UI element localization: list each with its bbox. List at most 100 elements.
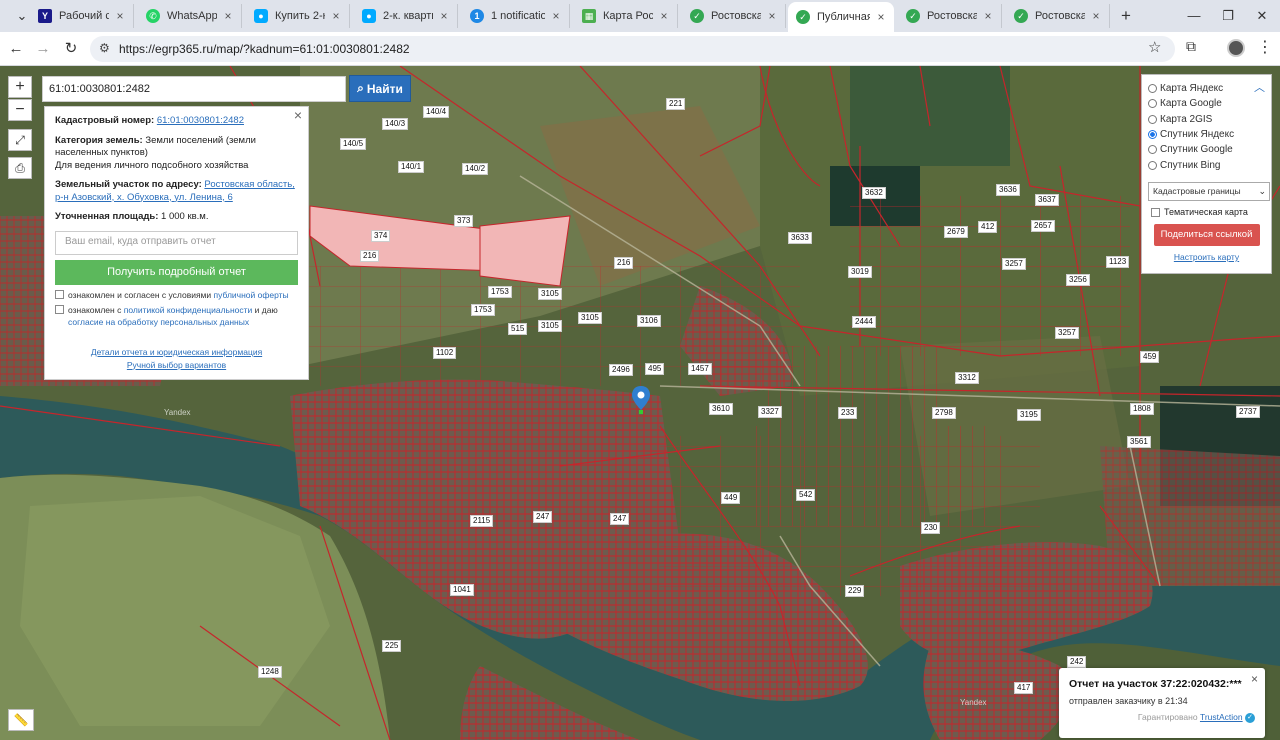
forward-arrow-icon[interactable]: →: [31, 37, 55, 61]
profile-avatar-icon[interactable]: [1227, 39, 1245, 57]
share-link-button[interactable]: Поделиться ссылкой: [1153, 223, 1260, 246]
plot-label[interactable]: 459: [1140, 351, 1160, 363]
plot-label[interactable]: 247: [610, 513, 630, 525]
plot-label[interactable]: 140/2: [462, 163, 489, 175]
plot-label[interactable]: 2737: [1236, 406, 1260, 418]
get-report-button[interactable]: Получить подробный отчет: [55, 259, 298, 285]
plot-label[interactable]: 3256: [1066, 274, 1090, 286]
plot-label[interactable]: 3257: [1002, 258, 1026, 270]
close-icon[interactable]: ×: [549, 9, 563, 23]
cadastral-number-link[interactable]: 61:01:0030801:2482: [157, 115, 244, 126]
tab-search-icon[interactable]: ⌄: [6, 4, 38, 28]
tab-avito-2[interactable]: ● 2-к. квартир ×: [354, 4, 458, 28]
extensions-icon[interactable]: ⧉: [1186, 38, 1196, 55]
radio-button[interactable]: [1148, 99, 1157, 109]
tab-whatsapp[interactable]: ✆ WhatsApp ×: [138, 4, 242, 28]
plot-label[interactable]: 3633: [788, 232, 812, 244]
close-icon[interactable]: ×: [657, 9, 671, 23]
plot-label[interactable]: 140/3: [382, 118, 409, 130]
privacy-policy-link[interactable]: политикой конфиденциальности: [124, 305, 253, 315]
plot-label[interactable]: 230: [921, 522, 941, 534]
plot-label[interactable]: 1457: [688, 363, 712, 375]
layer-option-2gis-map[interactable]: Карта 2GIS: [1148, 112, 1265, 127]
plot-label[interactable]: 373: [454, 215, 474, 227]
site-settings-icon[interactable]: ⚙: [99, 41, 110, 55]
radio-button[interactable]: [1148, 84, 1157, 94]
cadastral-search-input[interactable]: [42, 76, 346, 102]
map-view[interactable]: 221 140/4 140/3 140/2 140/5 140/1 373 37…: [0, 66, 1280, 740]
close-icon[interactable]: ×: [765, 9, 779, 23]
close-icon[interactable]: ×: [1251, 672, 1258, 686]
layer-option-google-satellite[interactable]: Спутник Google: [1148, 142, 1265, 157]
plot-label[interactable]: 2444: [852, 316, 876, 328]
plot-label[interactable]: 515: [508, 323, 528, 335]
radio-button[interactable]: [1148, 145, 1157, 155]
plot-label[interactable]: 3610: [709, 403, 733, 415]
plot-label[interactable]: 2115: [470, 515, 494, 527]
zoom-out-button[interactable]: −: [8, 99, 32, 121]
plot-label[interactable]: 140/1: [398, 161, 425, 173]
tab-public-map[interactable]: ✓ Публичная к ×: [788, 2, 894, 32]
tab-avito-1[interactable]: ● Купить 2-ко ×: [246, 4, 350, 28]
plot-label[interactable]: 1808: [1130, 403, 1154, 415]
maximize-icon[interactable]: ❐: [1212, 4, 1244, 28]
plot-label[interactable]: 495: [645, 363, 665, 375]
plot-label[interactable]: 3632: [862, 187, 886, 199]
manual-selection-link[interactable]: Ручной выбор вариантов: [127, 360, 226, 370]
layer-option-bing-satellite[interactable]: Спутник Bing: [1148, 157, 1265, 172]
plot-label[interactable]: 3019: [848, 266, 872, 278]
layer-option-yandex-satellite[interactable]: Спутник Яндекс: [1148, 127, 1265, 142]
public-offer-link[interactable]: публичной оферты: [214, 290, 289, 300]
privacy-consent-checkbox[interactable]: [55, 304, 64, 314]
url-field[interactable]: ⚙ https://egrp365.ru/map/?kadnum=61:01:0…: [90, 36, 1175, 62]
plot-label[interactable]: 374: [371, 230, 391, 242]
fullscreen-icon[interactable]: ⤢: [8, 129, 32, 151]
plot-label[interactable]: 542: [796, 489, 816, 501]
search-button[interactable]: ⌕ Найти: [349, 75, 411, 102]
thematic-map-checkbox[interactable]: [1151, 207, 1160, 217]
reload-icon[interactable]: ↻: [59, 37, 83, 61]
plot-label[interactable]: 233: [838, 407, 858, 419]
plot-label[interactable]: 225: [382, 640, 402, 652]
plot-label[interactable]: 2679: [944, 226, 968, 238]
radio-button-selected[interactable]: [1148, 130, 1157, 140]
plot-label[interactable]: 1248: [258, 666, 282, 678]
plot-label[interactable]: 1753: [471, 304, 495, 316]
radio-button[interactable]: [1148, 160, 1157, 170]
plot-label[interactable]: 3636: [996, 184, 1020, 196]
back-arrow-icon[interactable]: ←: [4, 37, 28, 61]
plot-label[interactable]: 1102: [433, 347, 457, 359]
plot-label[interactable]: 216: [360, 250, 380, 262]
close-icon[interactable]: ×: [113, 9, 127, 23]
plot-label[interactable]: 3106: [637, 315, 661, 327]
plot-label[interactable]: 449: [721, 492, 741, 504]
tab-notification[interactable]: 1 1 notification ×: [462, 4, 570, 28]
plot-label[interactable]: 229: [845, 585, 865, 597]
plot-label[interactable]: 3637: [1035, 194, 1059, 206]
trustaction-link[interactable]: TrustAction: [1200, 712, 1243, 722]
zoom-in-button[interactable]: +: [8, 76, 32, 98]
close-icon[interactable]: ×: [1089, 9, 1103, 23]
plot-label[interactable]: 1041: [450, 584, 474, 596]
bookmark-star-icon[interactable]: ☆: [1148, 38, 1161, 56]
overlay-select[interactable]: Кадастровые границы ⌄: [1148, 181, 1270, 201]
plot-label[interactable]: 3257: [1055, 327, 1079, 339]
plot-label[interactable]: 140/4: [423, 106, 450, 118]
plot-label[interactable]: 3312: [955, 372, 979, 384]
tab-rostov-2[interactable]: ✓ Ростовская о ×: [898, 4, 1002, 28]
close-icon[interactable]: ×: [221, 9, 235, 23]
print-icon[interactable]: ⎙: [8, 157, 32, 179]
browser-menu-icon[interactable]: ⋮: [1257, 37, 1273, 57]
radio-button[interactable]: [1148, 114, 1157, 124]
tab-rostov-3[interactable]: ✓ Ростовская о ×: [1006, 4, 1110, 28]
offer-consent-checkbox[interactable]: [55, 289, 64, 299]
url-text[interactable]: https://egrp365.ru/map/?kadnum=61:01:003…: [119, 42, 410, 56]
plot-label[interactable]: 216: [614, 257, 634, 269]
plot-label[interactable]: 3195: [1017, 409, 1041, 421]
chevron-up-icon[interactable]: ︿: [1254, 79, 1265, 95]
tab-map-rostov[interactable]: ▦ Карта Росто ×: [574, 4, 678, 28]
minimize-icon[interactable]: —: [1178, 4, 1210, 28]
plot-label[interactable]: 2798: [932, 407, 956, 419]
plot-label[interactable]: 1123: [1106, 256, 1130, 268]
plot-label[interactable]: 140/5: [340, 138, 367, 150]
